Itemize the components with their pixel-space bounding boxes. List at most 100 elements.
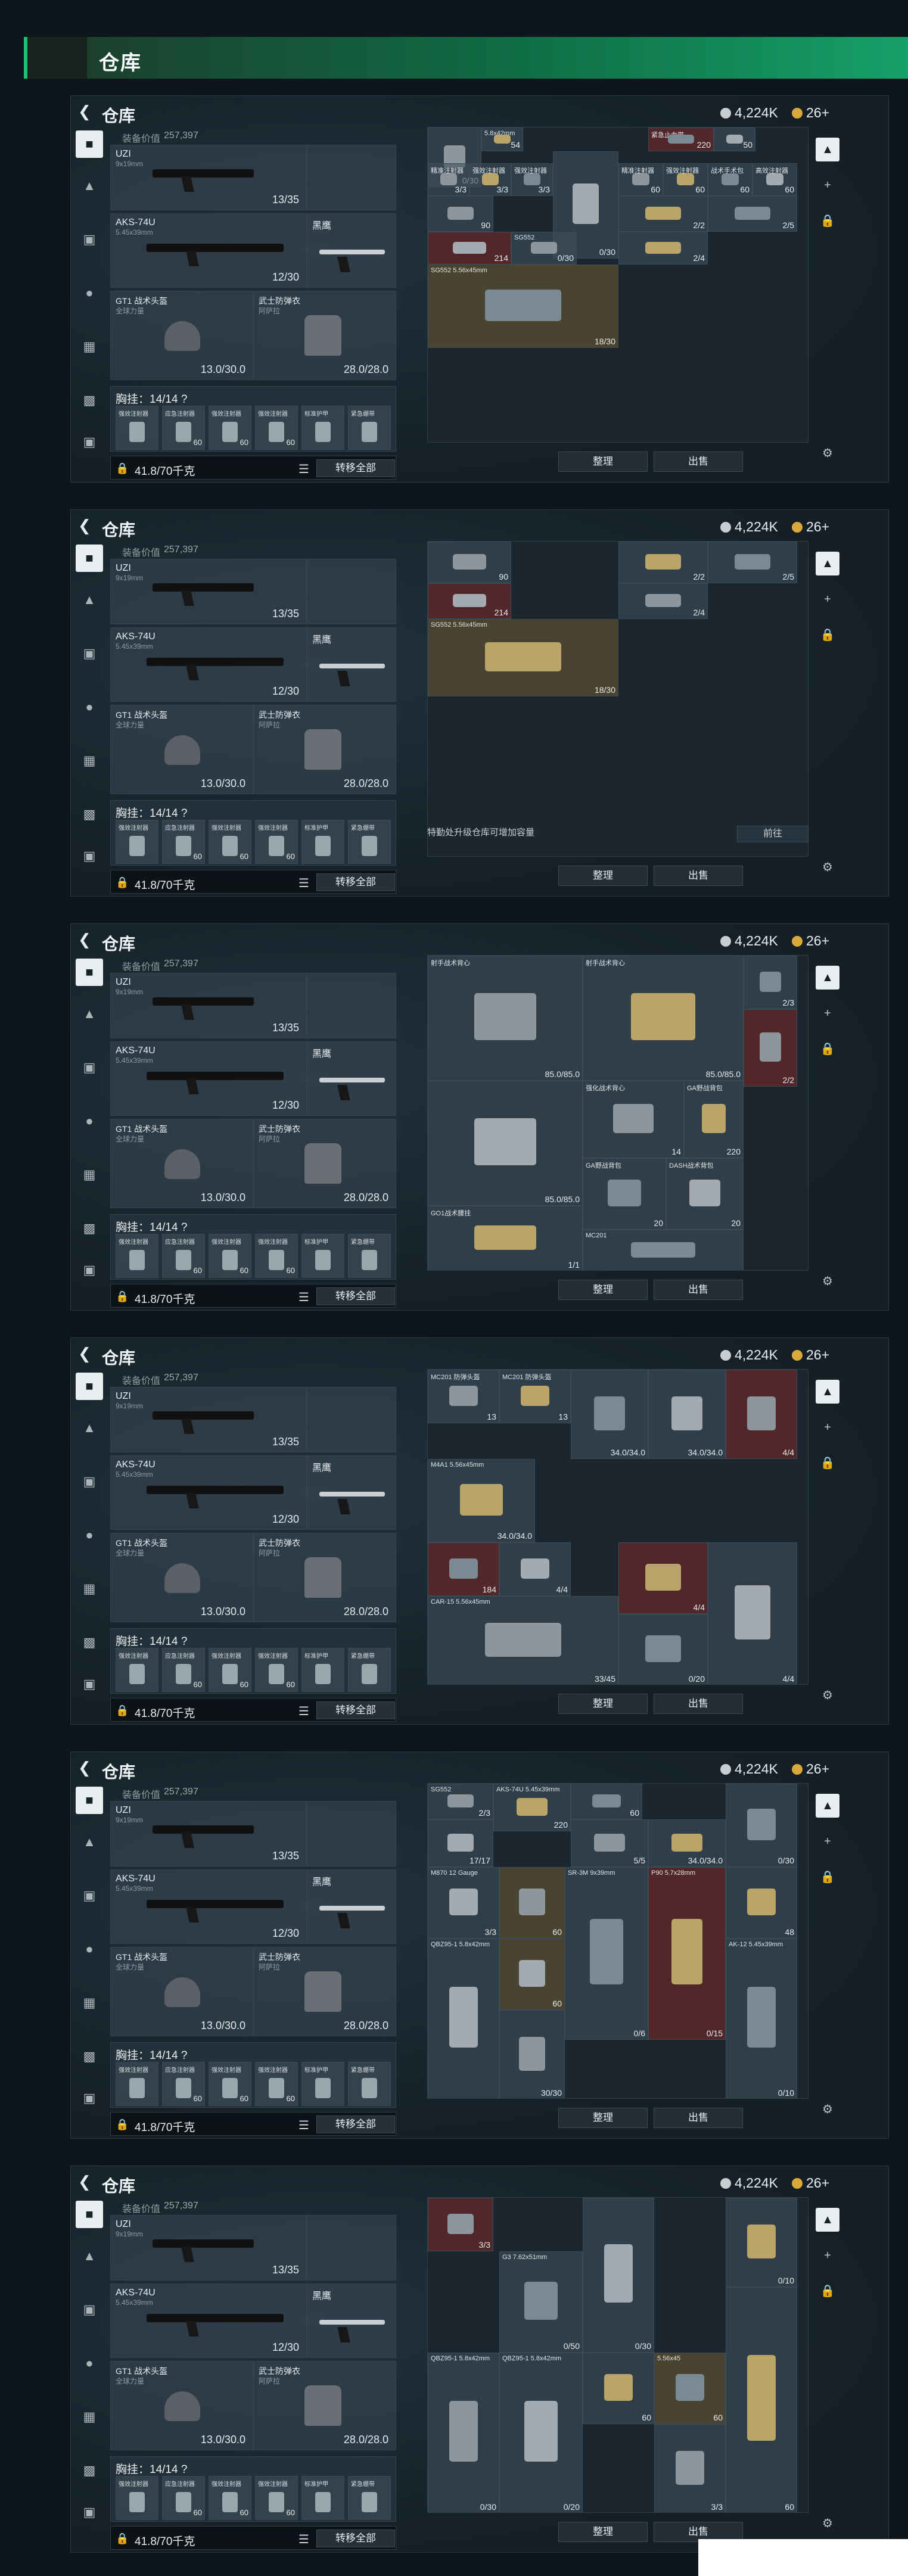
lock-icon[interactable]: 🔒 (116, 1290, 129, 1303)
lock-icon[interactable]: 🔒 (116, 876, 129, 889)
primary-weapon-slot[interactable]: UZI 9x19mm 13/35 (110, 559, 307, 624)
helmet-slot[interactable]: GT1 战术头盔 全球力量 13.0/30.0 (110, 291, 253, 380)
bag-tab-icon[interactable]: ▣ (76, 2499, 103, 2526)
melee-slot[interactable]: 黑鹰 (307, 2283, 396, 2358)
add-tab-icon[interactable]: + (816, 1001, 839, 1025)
list-icon[interactable]: ☰ (298, 2118, 309, 2133)
helmet-tab-icon[interactable]: ● (76, 279, 103, 307)
stash-item[interactable]: 2/5 (708, 542, 797, 583)
settings-gear-icon[interactable]: ⚙ (816, 2098, 839, 2121)
transfer-all-button[interactable]: 转移全部 (316, 1701, 395, 1719)
stash-item[interactable]: 4/4 (726, 1370, 797, 1459)
stash-item[interactable]: 2/4 (618, 583, 708, 619)
secondary-slot-empty[interactable] (307, 2215, 396, 2281)
primary-weapon-slot[interactable]: UZI 9x19mm 13/35 (110, 973, 307, 1038)
sort-button[interactable]: 整理 (558, 2522, 648, 2542)
warehouse-tab-icon[interactable]: ▲ (816, 2208, 839, 2232)
list-icon[interactable]: ☰ (298, 1290, 309, 1305)
chest-item[interactable]: 强效注射器 (116, 2062, 158, 2106)
stash-item[interactable]: AK-12 5.45x39mm 0/10 (726, 1939, 797, 2098)
stash-item[interactable]: 60 (499, 1867, 565, 1939)
bag-tab-icon[interactable]: ▣ (76, 842, 103, 870)
secondary-weapon-slot[interactable]: AKS-74U 5.45x39mm 12/30 (110, 213, 307, 288)
pistol-tab-icon[interactable]: ■ (76, 2201, 103, 2228)
backpack-tab-icon[interactable]: ▦ (76, 1989, 103, 2017)
stash-item[interactable]: 射手战术背心 85.0/85.0 (583, 956, 744, 1081)
chest-item[interactable]: 应急注射器 60 (162, 2062, 205, 2106)
secondary-slot-empty[interactable] (307, 559, 396, 624)
locked-tab-icon[interactable]: 🔒 (816, 1865, 839, 1889)
locked-tab-icon[interactable]: 🔒 (816, 1037, 839, 1061)
primary-weapon-slot[interactable]: UZI 9x19mm 13/35 (110, 145, 307, 210)
chest-item[interactable]: 强效注射器 60 (209, 2476, 251, 2520)
secondary-slot-empty[interactable] (307, 973, 396, 1038)
case-tab-icon[interactable]: ▩ (76, 2043, 103, 2070)
chest-item[interactable]: 强效注射器 (116, 2476, 158, 2520)
stash-item[interactable]: MC201 (583, 1230, 744, 1270)
chest-item[interactable]: 强效注射器 (116, 820, 158, 864)
list-icon[interactable]: ☰ (298, 462, 309, 477)
chest-item[interactable]: 紧急绷带 (348, 2062, 391, 2106)
stash-item[interactable]: 精准注射器 3/3 (428, 163, 469, 196)
stash-item[interactable]: GA野战背包 220 (684, 1081, 744, 1158)
armor-slot[interactable]: 武士防弹衣 阿萨拉 28.0/28.0 (253, 1119, 396, 1208)
warehouse-tab-icon[interactable]: ▲ (816, 138, 839, 161)
stash-item[interactable]: 0/30 (583, 2198, 654, 2353)
bag-tab-icon[interactable]: ▣ (76, 1256, 103, 1284)
stash-item[interactable]: 2/2 (618, 542, 708, 583)
helmet-slot[interactable]: GT1 战术头盔 全球力量 13.0/30.0 (110, 2361, 253, 2450)
warehouse-tab-icon[interactable]: ▲ (816, 966, 839, 990)
stash-item[interactable]: 34.0/34.0 (648, 1370, 726, 1459)
transfer-all-button[interactable]: 转移全部 (316, 2115, 395, 2133)
secondary-weapon-slot[interactable]: AKS-74U 5.45x39mm 12/30 (110, 1041, 307, 1116)
secondary-weapon-slot[interactable]: AKS-74U 5.45x39mm 12/30 (110, 627, 307, 702)
bag-tab-icon[interactable]: ▣ (76, 2085, 103, 2112)
vest-tab-icon[interactable]: ▣ (76, 2296, 103, 2323)
chest-item[interactable]: 紧急绷带 (348, 1648, 391, 1692)
stash-item[interactable]: M870 12 Gauge 3/3 (428, 1867, 499, 1939)
locked-tab-icon[interactable]: 🔒 (816, 623, 839, 647)
gold-currency[interactable]: 26+ (792, 1761, 829, 1777)
stash-item[interactable]: P90 5.7x28mm 0/15 (648, 1867, 726, 2040)
stash-item[interactable]: 紧急止血带 220 (648, 127, 714, 151)
sell-button[interactable]: 出售 (654, 2108, 743, 2128)
add-tab-icon[interactable]: + (816, 2244, 839, 2267)
warehouse-tab-icon[interactable]: ▲ (816, 552, 839, 575)
stash-item[interactable]: 34.0/34.0 (571, 1370, 648, 1459)
chest-item[interactable]: 应急注射器 60 (162, 406, 205, 450)
chest-item[interactable]: 标准护甲 (301, 820, 344, 864)
case-tab-icon[interactable]: ▩ (76, 2457, 103, 2484)
stash-item[interactable]: 2/2 (744, 1009, 797, 1087)
sell-button[interactable]: 出售 (654, 1694, 743, 1714)
gold-currency[interactable]: 26+ (792, 933, 829, 949)
transfer-all-button[interactable]: 转移全部 (316, 873, 395, 891)
transfer-all-button[interactable]: 转移全部 (316, 459, 395, 477)
pistol-tab-icon[interactable]: ■ (76, 545, 103, 572)
melee-slot[interactable]: 黑鹰 (307, 1869, 396, 1944)
back-arrow-icon[interactable]: ❮ (78, 517, 96, 535)
stash-item[interactable]: 184 (428, 1542, 499, 1596)
backpack-tab-icon[interactable]: ▦ (76, 2403, 103, 2431)
primary-weapon-slot[interactable]: UZI 9x19mm 13/35 (110, 1801, 307, 1866)
armor-tab-icon[interactable]: ▲ (76, 1414, 103, 1442)
armor-tab-icon[interactable]: ▲ (76, 172, 103, 200)
secondary-slot-empty[interactable] (307, 1387, 396, 1452)
back-arrow-icon[interactable]: ❮ (78, 1759, 96, 1777)
stash-item[interactable]: SG552 5.56x45mm 18/30 (428, 619, 618, 696)
stash-item[interactable]: 85.0/85.0 (428, 1081, 583, 1206)
stash-item[interactable]: 60 (499, 1939, 565, 2010)
chest-item[interactable]: 强效注射器 60 (255, 820, 298, 864)
armor-slot[interactable]: 武士防弹衣 阿萨拉 28.0/28.0 (253, 1947, 396, 2036)
case-tab-icon[interactable]: ▩ (76, 1629, 103, 1656)
bag-tab-icon[interactable]: ▣ (76, 1670, 103, 1698)
chest-item[interactable]: 强效注射器 60 (209, 406, 251, 450)
lock-icon[interactable]: 🔒 (116, 2533, 129, 2545)
chest-item[interactable]: 紧急绷带 (348, 820, 391, 864)
stash-item[interactable]: 精准注射器 60 (618, 163, 663, 196)
armor-slot[interactable]: 武士防弹衣 阿萨拉 28.0/28.0 (253, 1533, 396, 1622)
settings-gear-icon[interactable]: ⚙ (816, 441, 839, 465)
chest-item[interactable]: 紧急绷带 (348, 1234, 391, 1278)
stash-item[interactable]: 4/4 (618, 1542, 708, 1614)
chest-item[interactable]: 强效注射器 60 (255, 1648, 298, 1692)
stash-item[interactable]: SR-3M 9x39mm 0/6 (565, 1867, 648, 2040)
